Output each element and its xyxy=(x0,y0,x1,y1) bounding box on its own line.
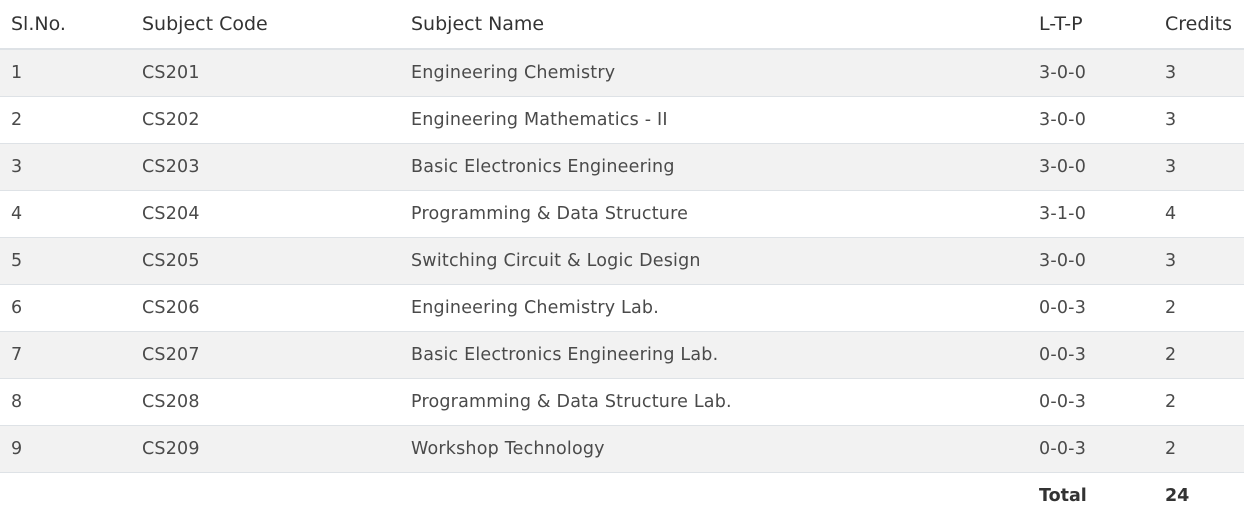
table-footer: Total 24 xyxy=(0,473,1244,518)
cell-subject-code: CS209 xyxy=(131,426,400,473)
cell-subject-name: Engineering Mathematics - II xyxy=(400,97,1028,144)
cell-subject-code: CS208 xyxy=(131,379,400,426)
table-body: 1CS201Engineering Chemistry3-0-032CS202E… xyxy=(0,49,1244,473)
cell-ltp: 0-0-3 xyxy=(1028,426,1154,473)
cell-sl-no: 6 xyxy=(0,285,131,332)
table-row: 2CS202Engineering Mathematics - II3-0-03 xyxy=(0,97,1244,144)
cell-subject-code: CS204 xyxy=(131,191,400,238)
total-credits: 24 xyxy=(1154,473,1244,518)
cell-subject-name: Programming & Data Structure Lab. xyxy=(400,379,1028,426)
cell-ltp: 0-0-3 xyxy=(1028,285,1154,332)
table-row: 8CS208Programming & Data Structure Lab.0… xyxy=(0,379,1244,426)
cell-subject-code: CS207 xyxy=(131,332,400,379)
cell-credits: 3 xyxy=(1154,49,1244,97)
cell-credits: 3 xyxy=(1154,144,1244,191)
cell-subject-code: CS205 xyxy=(131,238,400,285)
subjects-table: Sl.No. Subject Code Subject Name L-T-P C… xyxy=(0,0,1244,518)
header-subject-code: Subject Code xyxy=(131,0,400,49)
cell-ltp: 0-0-3 xyxy=(1028,379,1154,426)
cell-ltp: 3-0-0 xyxy=(1028,144,1154,191)
cell-subject-name: Switching Circuit & Logic Design xyxy=(400,238,1028,285)
cell-subject-name: Engineering Chemistry xyxy=(400,49,1028,97)
table-row: 1CS201Engineering Chemistry3-0-03 xyxy=(0,49,1244,97)
total-empty-cell xyxy=(131,473,400,518)
table-row: 6CS206Engineering Chemistry Lab.0-0-32 xyxy=(0,285,1244,332)
cell-subject-code: CS203 xyxy=(131,144,400,191)
header-sl-no: Sl.No. xyxy=(0,0,131,49)
cell-credits: 2 xyxy=(1154,285,1244,332)
cell-ltp: 0-0-3 xyxy=(1028,332,1154,379)
total-empty-cell xyxy=(400,473,1028,518)
cell-sl-no: 2 xyxy=(0,97,131,144)
cell-subject-code: CS202 xyxy=(131,97,400,144)
cell-subject-code: CS206 xyxy=(131,285,400,332)
cell-subject-code: CS201 xyxy=(131,49,400,97)
cell-sl-no: 1 xyxy=(0,49,131,97)
table-row: 4CS204Programming & Data Structure3-1-04 xyxy=(0,191,1244,238)
header-row: Sl.No. Subject Code Subject Name L-T-P C… xyxy=(0,0,1244,49)
cell-ltp: 3-0-0 xyxy=(1028,238,1154,285)
cell-ltp: 3-1-0 xyxy=(1028,191,1154,238)
total-row: Total 24 xyxy=(0,473,1244,518)
cell-sl-no: 4 xyxy=(0,191,131,238)
cell-credits: 3 xyxy=(1154,97,1244,144)
cell-credits: 2 xyxy=(1154,426,1244,473)
cell-sl-no: 5 xyxy=(0,238,131,285)
table-row: 3CS203Basic Electronics Engineering3-0-0… xyxy=(0,144,1244,191)
cell-credits: 2 xyxy=(1154,379,1244,426)
header-subject-name: Subject Name xyxy=(400,0,1028,49)
cell-subject-name: Workshop Technology xyxy=(400,426,1028,473)
table-row: 5CS205Switching Circuit & Logic Design3-… xyxy=(0,238,1244,285)
total-empty-cell xyxy=(0,473,131,518)
cell-sl-no: 8 xyxy=(0,379,131,426)
cell-ltp: 3-0-0 xyxy=(1028,97,1154,144)
cell-sl-no: 7 xyxy=(0,332,131,379)
cell-sl-no: 3 xyxy=(0,144,131,191)
cell-credits: 2 xyxy=(1154,332,1244,379)
cell-subject-name: Engineering Chemistry Lab. xyxy=(400,285,1028,332)
header-credits: Credits xyxy=(1154,0,1244,49)
table-row: 7CS207Basic Electronics Engineering Lab.… xyxy=(0,332,1244,379)
table-header: Sl.No. Subject Code Subject Name L-T-P C… xyxy=(0,0,1244,49)
cell-ltp: 3-0-0 xyxy=(1028,49,1154,97)
cell-subject-name: Programming & Data Structure xyxy=(400,191,1028,238)
table-row: 9CS209Workshop Technology0-0-32 xyxy=(0,426,1244,473)
cell-subject-name: Basic Electronics Engineering xyxy=(400,144,1028,191)
cell-credits: 4 xyxy=(1154,191,1244,238)
total-label: Total xyxy=(1028,473,1154,518)
cell-credits: 3 xyxy=(1154,238,1244,285)
header-ltp: L-T-P xyxy=(1028,0,1154,49)
cell-sl-no: 9 xyxy=(0,426,131,473)
cell-subject-name: Basic Electronics Engineering Lab. xyxy=(400,332,1028,379)
